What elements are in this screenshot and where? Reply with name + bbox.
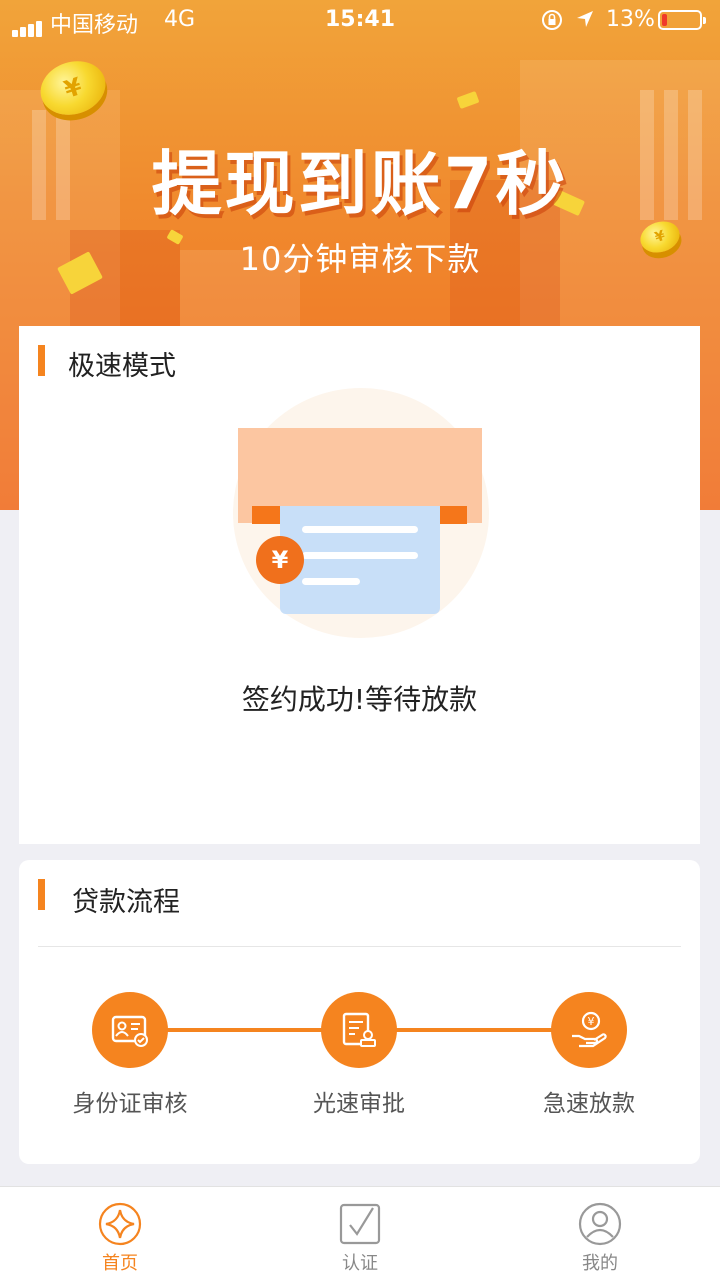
tab-home[interactable]: 首页 — [60, 1201, 180, 1275]
process-step-label: 光速审批 — [313, 1091, 405, 1117]
process-step-circle: ¥ — [551, 992, 627, 1068]
loan-process-card: 贷款流程 身份证审核 光速审批 ¥ 急速放款 — [19, 860, 700, 1164]
receipt-line — [302, 552, 418, 559]
battery-icon — [658, 10, 706, 30]
battery-level — [662, 14, 667, 26]
hero-subtitle: 10分钟审核下款 — [239, 240, 481, 278]
status-message: 签约成功!等待放款 — [241, 683, 478, 716]
tab-label: 首页 — [102, 1253, 138, 1274]
process-step-label: 急速放款 — [543, 1091, 635, 1117]
section-header: 极速模式 — [19, 326, 700, 396]
id-card-icon — [111, 1015, 148, 1047]
section-accent-bar — [38, 879, 45, 910]
process-step-circle — [321, 992, 397, 1068]
tab-certify[interactable]: 认证 — [300, 1201, 420, 1275]
receipt-line — [302, 578, 360, 585]
yen-icon: ¥ — [256, 536, 304, 584]
process-step-disbursement: ¥ 急速放款 — [489, 992, 689, 1118]
certify-check-icon — [339, 1203, 381, 1245]
profile-icon — [578, 1202, 622, 1246]
speed-mode-card: 极速模式 ¥ 签约成功!等待放款 — [19, 326, 700, 844]
paper-flake-decoration — [456, 90, 480, 110]
bottom-tab-bar: 首页 认证 我的 — [0, 1186, 720, 1280]
svg-text:¥: ¥ — [588, 1015, 595, 1028]
status-bar: 中国移动 4G 15:41 13% — [0, 0, 720, 40]
process-step-id-check: 身份证审核 — [30, 992, 230, 1118]
hand-money-icon: ¥ — [572, 1011, 607, 1048]
battery-percent: 13% — [606, 7, 655, 32]
section-accent-bar — [38, 345, 45, 376]
section-title: 贷款流程 — [72, 887, 180, 918]
process-step-circle — [92, 992, 168, 1068]
process-step-label: 身份证审核 — [72, 1091, 188, 1117]
approval-doc-icon — [342, 1012, 376, 1047]
tab-label: 认证 — [342, 1253, 378, 1274]
process-step-approval: 光速审批 — [259, 992, 459, 1118]
section-header: 贷款流程 — [19, 860, 700, 946]
divider — [38, 946, 681, 947]
section-title: 极速模式 — [68, 351, 176, 382]
rotation-lock-icon — [542, 10, 562, 30]
tab-label: 我的 — [582, 1253, 618, 1274]
location-arrow-icon — [577, 11, 593, 27]
home-star-icon — [98, 1202, 142, 1246]
hero-title: 提现到账7秒 — [151, 143, 569, 225]
tab-profile[interactable]: 我的 — [540, 1201, 660, 1275]
receipt-line — [302, 526, 418, 533]
payment-slip-illustration: ¥ — [233, 388, 489, 638]
receipt-illustration — [280, 506, 440, 614]
